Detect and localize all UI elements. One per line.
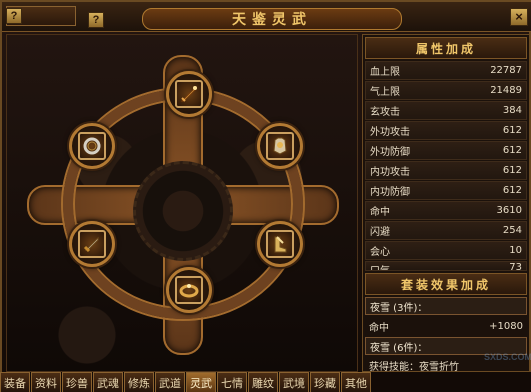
title-bar: ? ? 天鉴灵武 × [2, 2, 531, 32]
attribute-label: 口气 [370, 262, 390, 270]
help-button-small[interactable]: ? [6, 8, 22, 24]
set-bonus-title: 套装效果加成 [365, 273, 527, 295]
equipment-slot-upper-right[interactable] [257, 123, 303, 169]
attribute-value: 612 [502, 145, 522, 156]
ring-icon [179, 284, 199, 298]
attribute-value: 612 [502, 185, 522, 196]
attribute-value: 10 [509, 245, 522, 256]
attribute-label: 命中 [370, 207, 390, 218]
attribute-row: 命中 3610 [365, 201, 527, 220]
equipment-slot-lower-left[interactable] [69, 221, 115, 267]
attribute-label: 气上限 [370, 87, 400, 98]
set-name: 夜雪 (3件)： [365, 297, 527, 315]
attribute-label: 内功防御 [370, 187, 410, 198]
tab-bar: 装备 资料 珍兽 武魂 修炼 武道 灵武 七情 雕纹 武境 珍藏 其他 [0, 372, 531, 392]
attribute-row: 血上限 22787 [365, 61, 527, 80]
attribute-value: 3610 [496, 205, 522, 216]
tab-other[interactable]: 其他 [341, 372, 371, 392]
attribute-row: 气上限 21489 [365, 81, 527, 100]
equipment-wheel [6, 34, 358, 372]
attribute-value: 254 [502, 225, 522, 236]
tab-profile[interactable]: 资料 [31, 372, 61, 392]
attribute-row: 外功防御 612 [365, 141, 527, 160]
attribute-value: 21489 [490, 85, 522, 96]
sword-icon [180, 85, 197, 102]
attribute-label: 会心 [370, 247, 390, 258]
attribute-label: 闪避 [370, 227, 390, 238]
attribute-label: 玄攻击 [370, 107, 400, 118]
tab-pets[interactable]: 珍兽 [62, 372, 92, 392]
attribute-value: 612 [502, 165, 522, 176]
tab-equipment[interactable]: 装备 [0, 372, 30, 392]
tab-cultivation[interactable]: 修炼 [124, 372, 154, 392]
attribute-row: 玄攻击 384 [365, 101, 527, 120]
set-stat-value: +1080 [489, 320, 523, 332]
attribute-value: 22787 [490, 65, 522, 76]
attribute-label: 外功防御 [370, 147, 410, 158]
set-stat-label: 命中 [369, 322, 389, 334]
set-stat-row: 命中 +1080 [365, 317, 527, 335]
window-title: 天鉴灵武 [142, 8, 402, 30]
attribute-value: 384 [502, 105, 522, 116]
tab-collection[interactable]: 珍藏 [310, 372, 340, 392]
tab-martial-soul[interactable]: 武魂 [93, 372, 123, 392]
stats-panel: 属性加成 血上限 22787 气上限 21489 玄攻击 384 外功攻击 61… [362, 34, 530, 373]
tab-spirit-weapon[interactable]: 灵武 [186, 372, 216, 392]
attributes-title: 属性加成 [365, 37, 527, 59]
attribute-value: 612 [502, 125, 522, 136]
dagger-icon [83, 236, 99, 253]
equipment-slot-lower-right[interactable] [257, 221, 303, 267]
character-window: ? ? 天鉴灵武 × 属性加成 血上限 22787 气上限 21489 玄攻击 … [0, 0, 531, 392]
help-button[interactable]: ? [88, 12, 104, 28]
attribute-row: 内功防御 612 [365, 181, 527, 200]
tab-martial-realm[interactable]: 武境 [279, 372, 309, 392]
armor-icon [273, 137, 287, 155]
attribute-label: 血上限 [370, 67, 400, 78]
attribute-value: 73 [509, 262, 522, 271]
equipment-slot-bottom[interactable] [166, 267, 212, 313]
attribute-row: 外功攻击 612 [365, 121, 527, 140]
close-button[interactable]: × [510, 8, 528, 26]
attribute-row: 口气 73 [365, 261, 527, 271]
tab-martial-path[interactable]: 武道 [155, 372, 185, 392]
tab-emotions[interactable]: 七情 [217, 372, 247, 392]
attribute-label: 外功攻击 [370, 127, 410, 138]
tab-engraving[interactable]: 雕纹 [248, 372, 278, 392]
attribute-row: 内功攻击 612 [365, 161, 527, 180]
boots-icon [274, 236, 287, 253]
equipment-slot-top[interactable] [166, 71, 212, 117]
attribute-row: 会心 10 [365, 241, 527, 260]
attribute-label: 内功攻击 [370, 167, 410, 178]
bracelet-icon [83, 137, 101, 155]
equipment-slot-upper-left[interactable] [69, 123, 115, 169]
attribute-row: 闪避 254 [365, 221, 527, 240]
center-gear [133, 161, 233, 261]
